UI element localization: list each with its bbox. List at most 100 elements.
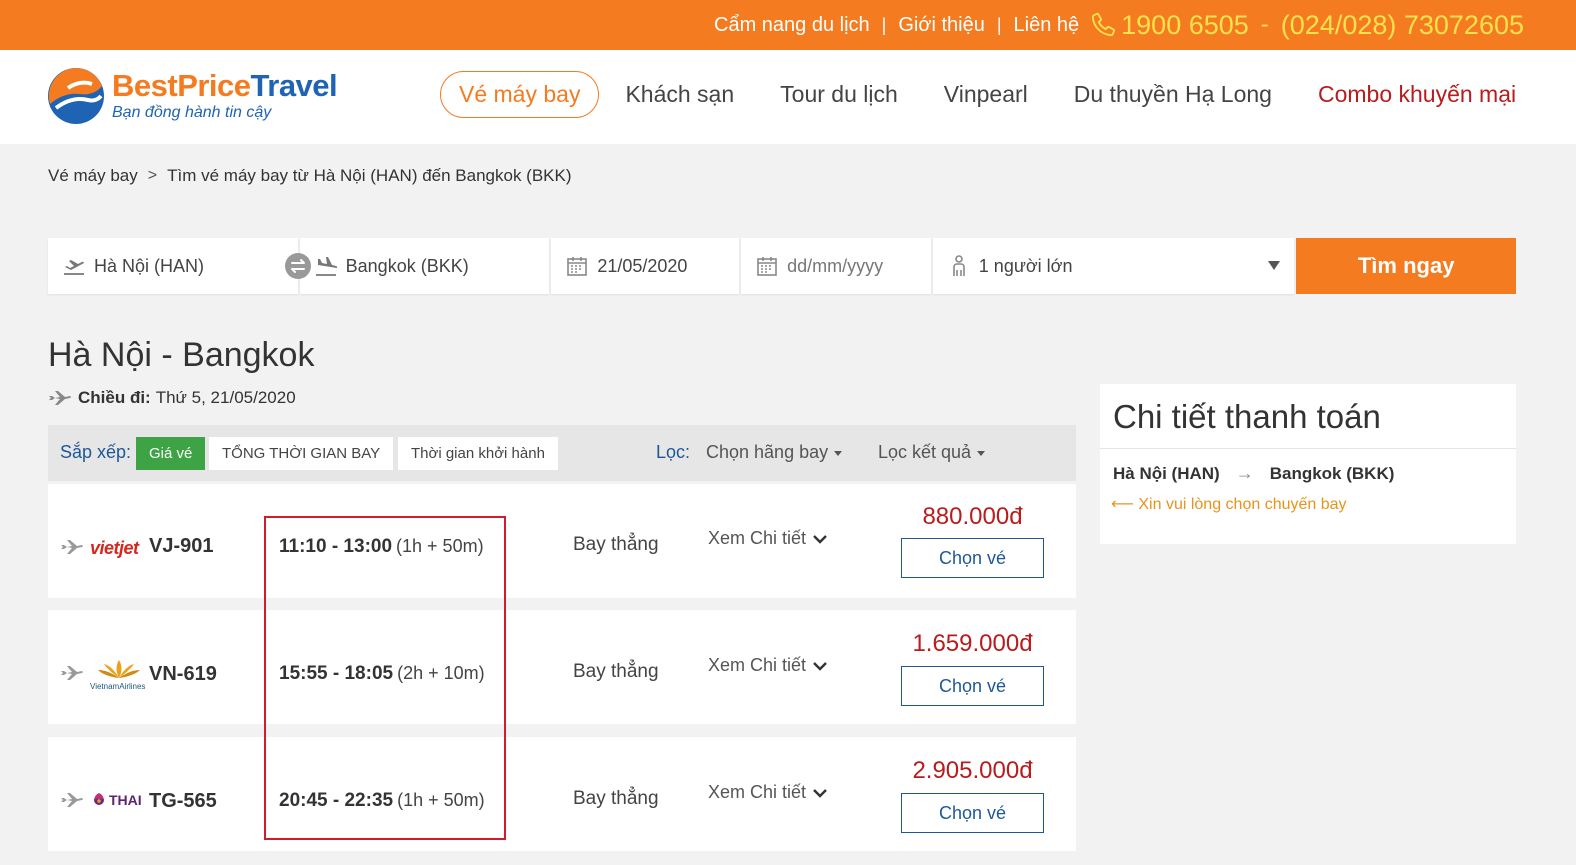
origin-field[interactable]: Hà Nội (HAN) [48,238,311,294]
payment-from: Hà Nội (HAN) [1113,463,1220,483]
flight-type: Bay thẳng [573,788,659,809]
calendar-icon [757,257,777,276]
separator: | [996,14,1002,35]
thai-wordmark: THAI [109,792,142,808]
passenger-select[interactable]: 1 người lớn [932,238,1295,294]
phone-number[interactable]: (024/028) 73072605 [1281,10,1524,41]
flight-search-form: Hà Nội (HAN) Bangkok (BKK) 21/05/2020 dd… [48,238,1516,294]
person-icon [952,255,965,276]
caret-down-icon [1268,261,1281,270]
landing-icon [315,257,337,276]
vietnam-airlines-logo: VietnamAirlines [90,658,148,692]
choose-ticket-button[interactable]: Chọn vé [901,793,1044,833]
flight-code: VN-619 [149,663,217,685]
breadcrumb-home[interactable]: Vé máy bay [48,166,138,186]
direction-label: Chiều đi: [78,388,151,407]
view-detail-link[interactable]: Xem Chi tiết [708,528,828,549]
nav-hotels[interactable]: Khách sạn [625,81,734,108]
hotline-number[interactable]: 1900 6505 [1121,10,1249,41]
flight-times: 11:10 - 13:00 (1h + 50m) [279,536,484,558]
breadcrumb-current: Tìm vé máy bay từ Hà Nội (HAN) đến Bangk… [167,166,572,185]
flight-price: 2.905.000đ [912,757,1033,784]
flight-times: 20:45 - 22:35 (1h + 50m) [279,790,485,812]
select-flight-note: ⟵ Xin vui lòng chọn chuyến bay [1111,496,1347,513]
swap-route-button[interactable] [285,253,311,279]
flight-times: 15:55 - 18:05 (2h + 10m) [279,663,485,685]
flight-time-range: 20:45 - 22:35 [279,790,394,811]
flight-duration: (1h + 50m) [397,790,485,810]
nav-tours[interactable]: Tour du lịch [780,81,898,108]
destination-field[interactable]: Bangkok (BKK) [299,238,550,294]
plane-icon [61,666,83,680]
view-detail-link[interactable]: Xem Chi tiết [708,782,828,803]
flight-code: TG-565 [149,790,217,812]
brand-name: BestPriceTravel [112,68,338,104]
results-filter-dropdown[interactable]: Lọc kết quả [878,442,986,463]
logo-mark-icon [48,68,104,124]
origin-value: Hà Nội (HAN) [94,255,205,276]
sort-label: Sắp xếp: [60,442,132,462]
depart-date-value: 21/05/2020 [597,255,688,276]
vietjet-logo: vietjet [90,538,139,558]
plane-icon [61,540,83,554]
plane-icon [49,391,71,405]
vietnam-airlines-wordmark: VietnamAirlines [90,682,146,691]
top-bar-links: Cẩm nang du lịch | Giới thiệu | Liên hệ … [714,0,1524,50]
payment-route: Hà Nội (HAN) → Bangkok (BKK) [1113,463,1394,484]
view-detail-label: Xem Chi tiết [708,528,807,548]
link-travel-guide[interactable]: Cẩm nang du lịch [714,14,870,37]
orchid-icon [94,793,104,805]
logo[interactable]: BestPriceTravel Bạn đồng hành tin cậy [46,66,346,128]
view-detail-link[interactable]: Xem Chi tiết [708,655,828,676]
chevron-down-icon [813,788,827,798]
sort-departure-time-button[interactable]: Thời gian khởi hành [398,437,558,470]
search-button[interactable]: Tìm ngay [1296,238,1516,294]
swap-icon [291,259,305,273]
sort-filter-bar: Sắp xếp: Giá vé TỔNG THỜI GIAN BAY Thời … [48,425,1076,481]
view-detail-label: Xem Chi tiết [708,782,807,802]
flight-row: VietnamAirlines VN-619 15:55 - 18:05 (2h … [48,610,1076,724]
brand-name-part2: Travel [250,68,338,103]
flight-time-range: 15:55 - 18:05 [279,663,394,684]
direction-date: Thứ 5, 21/05/2020 [155,388,296,407]
hotline-dash: - [1260,11,1269,38]
link-about[interactable]: Giới thiệu [898,14,984,37]
airline-filter-dropdown[interactable]: Chọn hãng bay [706,442,843,463]
nav-flights[interactable]: Vé máy bay [440,70,600,118]
brand-name-part1: BestPrice [112,68,251,103]
airline-filter-label: Chọn hãng bay [706,442,829,462]
return-date-field[interactable]: dd/mm/yyyy [741,238,931,294]
sort-price-button[interactable]: Giá vé [136,437,206,470]
choose-ticket-button[interactable]: Chọn vé [901,666,1044,706]
flight-row: vietjet VJ-901 11:10 - 13:00 (1h + 50m) B… [48,484,1076,598]
destination-value: Bangkok (BKK) [345,255,469,276]
caret-down-icon [834,450,843,456]
return-date-placeholder: dd/mm/yyyy [787,255,884,276]
top-bar: Cẩm nang du lịch | Giới thiệu | Liên hệ … [0,0,1576,50]
nav-halong-cruise[interactable]: Du thuyền Hạ Long [1074,81,1272,108]
brand-slogan: Bạn đồng hành tin cậy [112,104,272,121]
sort-total-duration-button[interactable]: TỔNG THỜI GIAN BAY [209,437,394,470]
breadcrumb: Vé máy bay > Tìm vé máy bay từ Hà Nội (H… [48,166,572,186]
payment-title: Chi tiết thanh toán [1113,398,1381,435]
flight-time-range: 11:10 - 13:00 [279,536,393,557]
chevron-down-icon [813,661,827,671]
flight-duration: (1h + 50m) [396,536,484,556]
divider [1100,448,1516,449]
choose-ticket-button[interactable]: Chọn vé [901,538,1044,578]
thai-airways-logo: THAI [90,792,142,808]
flight-price: 880.000đ [922,503,1023,530]
nav-combo-promo[interactable]: Combo khuyến mại [1318,81,1516,108]
filter-label: Lọc: [656,442,691,462]
plane-icon [61,793,83,807]
link-contact[interactable]: Liên hệ [1014,14,1080,37]
takeoff-icon [64,260,84,275]
flight-type: Bay thẳng [573,661,659,682]
flight-duration: (2h + 10m) [397,663,485,683]
view-detail-label: Xem Chi tiết [708,655,807,675]
nav-vinpearl[interactable]: Vinpearl [944,81,1028,108]
flight-code: VJ-901 [149,535,214,557]
depart-date-field[interactable]: 21/05/2020 [551,238,740,294]
header: BestPriceTravel Bạn đồng hành tin cậy Vé… [0,50,1576,144]
arrow-right-icon: → [1235,463,1254,483]
